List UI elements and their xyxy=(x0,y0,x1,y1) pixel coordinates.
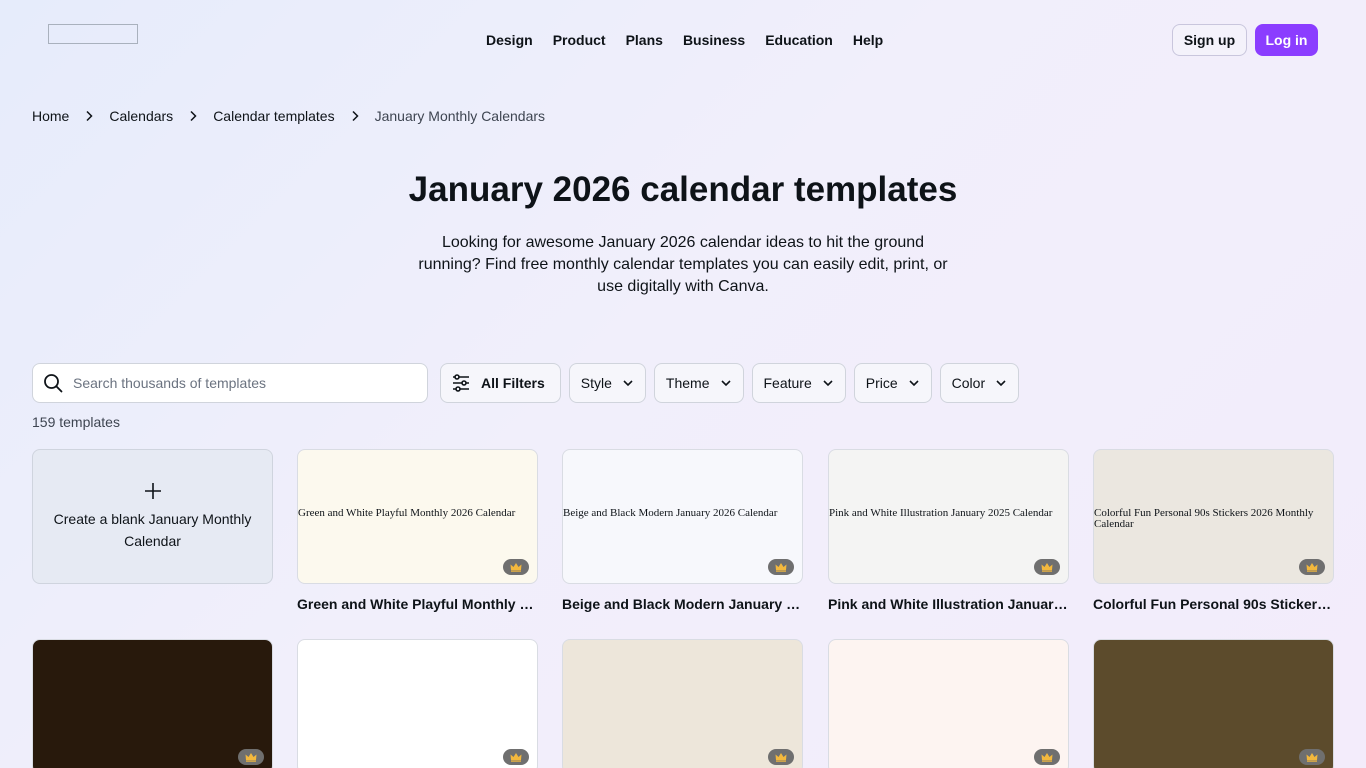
breadcrumb-current: January Monthly Calendars xyxy=(374,108,546,124)
all-filters-label: All Filters xyxy=(481,375,545,391)
crown-icon xyxy=(503,559,529,575)
chevron-down-icon xyxy=(720,380,731,387)
filter-label: Theme xyxy=(665,375,710,391)
template-title[interactable]: Pink and White Illustration January 2025… xyxy=(828,595,1069,613)
template-card[interactable]: Pink and White Illustration January 2025… xyxy=(828,449,1069,584)
crown-icon xyxy=(1299,559,1325,575)
log-in-button[interactable]: Log in xyxy=(1255,24,1318,56)
search-input[interactable] xyxy=(73,375,413,391)
plus-icon xyxy=(144,482,161,499)
style-filter-dropdown[interactable]: Style xyxy=(568,363,646,403)
color-filter-dropdown[interactable]: Color xyxy=(939,363,1020,403)
results-count: 159 templates xyxy=(32,414,120,430)
template-thumbnail: Green and White Playful Monthly 2026 Cal… xyxy=(298,507,516,519)
crown-icon xyxy=(1034,749,1060,765)
template-card[interactable]: Colorful Fun Personal 90s Stickers 2026 … xyxy=(1093,449,1334,584)
nav-product[interactable]: Product xyxy=(553,30,606,50)
template-card[interactable]: Beige and Black Modern January 2026 Cale… xyxy=(562,449,803,584)
template-card[interactable] xyxy=(32,639,273,768)
search-box[interactable] xyxy=(32,363,428,403)
all-filters-button[interactable]: All Filters xyxy=(440,363,561,403)
filter-label: Price xyxy=(865,375,898,391)
sliders-icon xyxy=(453,374,469,392)
crown-icon xyxy=(768,749,794,765)
template-card[interactable] xyxy=(828,639,1069,768)
breadcrumb-calendars[interactable]: Calendars xyxy=(109,108,173,124)
theme-filter-dropdown[interactable]: Theme xyxy=(653,363,744,403)
chevron-down-icon xyxy=(996,380,1006,387)
chevron-down-icon xyxy=(823,380,833,387)
nav-education[interactable]: Education xyxy=(765,30,833,50)
create-blank-card[interactable]: Create a blank January Monthly Calendar xyxy=(32,449,273,584)
template-thumbnail: Beige and Black Modern January 2026 Cale… xyxy=(563,507,778,519)
page-description: Looking for awesome January 2026 calenda… xyxy=(418,234,948,295)
template-title[interactable]: Colorful Fun Personal 90s Stickers 2026 … xyxy=(1093,595,1334,613)
crown-icon xyxy=(503,749,529,765)
canva-logo[interactable] xyxy=(48,24,138,44)
chevron-right-icon xyxy=(173,110,213,122)
breadcrumb-calendar-templates[interactable]: Calendar templates xyxy=(213,108,334,124)
crown-icon xyxy=(238,749,264,765)
chevron-right-icon xyxy=(69,110,109,122)
template-thumbnail: Colorful Fun Personal 90s Stickers 2026 … xyxy=(1094,507,1314,530)
breadcrumb-home[interactable]: Home xyxy=(32,108,69,124)
crown-icon xyxy=(1299,749,1325,765)
template-card[interactable] xyxy=(1093,639,1334,768)
crown-icon xyxy=(1034,559,1060,575)
nav-help[interactable]: Help xyxy=(853,30,883,50)
filter-label: Color xyxy=(951,375,986,391)
breadcrumb: Home Calendars Calendar templates Januar… xyxy=(32,106,545,126)
nav-plans[interactable]: Plans xyxy=(626,30,663,50)
template-title[interactable]: Green and White Playful Monthly 2026 Cal… xyxy=(297,595,538,613)
search-icon xyxy=(44,374,63,393)
chevron-right-icon xyxy=(335,110,375,122)
filter-label: Feature xyxy=(763,375,812,391)
chevron-down-icon xyxy=(909,380,919,387)
template-card[interactable] xyxy=(297,639,538,768)
template-title[interactable]: Beige and Black Modern January 2026 Cale… xyxy=(562,595,803,613)
template-thumbnail: Pink and White Illustration January 2025… xyxy=(829,507,1053,519)
template-card[interactable] xyxy=(562,639,803,768)
template-card[interactable]: Green and White Playful Monthly 2026 Cal… xyxy=(297,449,538,584)
filter-label: Style xyxy=(580,375,612,391)
nav-design[interactable]: Design xyxy=(486,30,533,50)
chevron-down-icon xyxy=(623,380,633,387)
nav-business[interactable]: Business xyxy=(683,30,745,50)
filter-bar: All Filters Style Theme Feature Price Co… xyxy=(440,363,1027,403)
create-blank-label: Create a blank January Monthly Calendar xyxy=(53,510,252,549)
main-nav: Design Product Plans Business Education … xyxy=(486,30,903,50)
page-title: January 2026 calendar templates xyxy=(408,170,958,209)
crown-icon xyxy=(768,559,794,575)
price-filter-dropdown[interactable]: Price xyxy=(853,363,932,403)
feature-filter-dropdown[interactable]: Feature xyxy=(751,363,846,403)
sign-up-button[interactable]: Sign up xyxy=(1172,24,1247,56)
top-navigation-bar: Design Product Plans Business Education … xyxy=(0,0,1366,80)
